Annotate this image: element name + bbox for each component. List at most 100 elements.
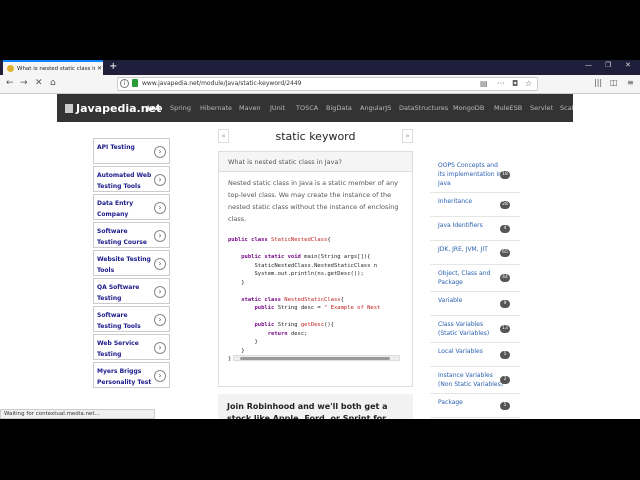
previous-button[interactable]: « xyxy=(218,129,229,143)
topic-label[interactable]: Instance Variables (Non Static Variables… xyxy=(438,371,504,389)
minimize-icon[interactable]: — xyxy=(585,61,592,69)
topic-item[interactable]: Object, Class and Package 44 xyxy=(430,265,520,292)
tab-title: What is nested static class in Ja xyxy=(17,65,95,72)
ad-link[interactable]: QA Software Testing › xyxy=(93,278,170,304)
ad-link-label: Web Service Testing xyxy=(97,340,139,358)
ad-link-list: API Testing › Automated Web Testing Tools… xyxy=(93,138,170,390)
code-token: { xyxy=(340,296,344,303)
nav-scala[interactable]: Scala xyxy=(560,104,573,112)
ad-link[interactable]: Website Testing Tools › xyxy=(93,250,170,276)
url-text[interactable]: www.javapedia.net/module/Java/static-key… xyxy=(142,80,301,87)
status-bar: Waiting for contextual.media.net... xyxy=(0,409,155,419)
code-token: public xyxy=(254,305,278,311)
forward-icon[interactable]: → xyxy=(20,78,28,88)
close-tab-icon[interactable]: ✕ xyxy=(97,65,102,72)
ad-link-label: Automated Web Testing Tools xyxy=(97,172,152,190)
topic-item[interactable]: Variable 9 xyxy=(430,292,520,316)
topic-item[interactable]: JDK, JRE, JVM, JIT 65 xyxy=(430,241,520,265)
ad-link[interactable]: Automated Web Testing Tools › xyxy=(93,166,170,192)
stop-loading-icon[interactable]: ✕ xyxy=(35,78,43,88)
ad-link[interactable]: Software Testing Course › xyxy=(93,222,170,248)
topic-label[interactable]: Class Variables (Static Variables) xyxy=(438,320,504,338)
site-navbar: Javapedia.net Java Spring Hibernate Mave… xyxy=(57,94,573,122)
ad-link-label: QA Software Testing xyxy=(97,284,140,302)
topic-label[interactable]: Java Identifiers xyxy=(438,221,504,230)
ad-link[interactable]: Web Service Testing › xyxy=(93,334,170,360)
nav-spring[interactable]: Spring xyxy=(170,104,191,112)
topic-item[interactable]: Class Variables (Static Variables) 13 xyxy=(430,316,520,343)
next-button[interactable]: » xyxy=(402,129,413,143)
promo-banner[interactable]: Join Robinhood and we'll both get a stoc… xyxy=(218,394,413,419)
topic-label[interactable]: JDK, JRE, JVM, JIT xyxy=(438,245,504,254)
code-line: public class StaticNestedClass{ xyxy=(228,236,403,245)
code-block[interactable]: public class StaticNestedClass{ public s… xyxy=(228,236,403,361)
topic-label[interactable]: Package xyxy=(438,398,504,407)
code-token: (){ xyxy=(324,322,334,328)
pocket-icon[interactable]: ◘ xyxy=(512,79,518,88)
topic-label[interactable]: OOPS Concepts and its implementation in … xyxy=(438,161,504,188)
nav-datastructures[interactable]: DataStructures xyxy=(399,104,448,112)
page-viewport: Javapedia.net Java Spring Hibernate Mave… xyxy=(0,94,640,419)
new-tab-button[interactable]: + xyxy=(109,61,117,73)
topic-label[interactable]: Variable xyxy=(438,296,504,305)
topic-item[interactable]: Instance Variables (Non Static Variables… xyxy=(430,367,520,394)
reader-view-icon[interactable]: ▤ xyxy=(480,79,488,88)
nav-angularjs[interactable]: AngularJS xyxy=(360,104,391,112)
nav-muleesb[interactable]: MuleESB xyxy=(494,104,522,112)
topic-item[interactable]: Package 5 xyxy=(430,394,520,418)
ad-link[interactable]: Data Entry Company › xyxy=(93,194,170,220)
page-actions-icon[interactable]: ··· xyxy=(497,79,505,88)
nav-maven[interactable]: Maven xyxy=(239,104,261,112)
bookmark-star-icon[interactable]: ☆ xyxy=(525,79,532,88)
code-line: public String getDesc(){ xyxy=(228,321,403,330)
menu-icon[interactable]: ≡ xyxy=(627,78,634,87)
code-token: NestedStaticClass xyxy=(284,296,341,303)
site-info-icon[interactable]: i xyxy=(120,79,129,88)
question-heading: What is nested static class in Java? xyxy=(219,152,412,172)
topic-label[interactable]: Object, Class and Package xyxy=(438,269,504,287)
tab-favicon-icon xyxy=(7,65,14,72)
back-icon[interactable]: ← xyxy=(6,78,14,88)
count-badge: 18 xyxy=(500,170,510,179)
ad-link-label: Software Testing Tools xyxy=(97,312,141,330)
browser-tab[interactable]: What is nested static class in Ja ✕ xyxy=(3,60,103,75)
nav-junit[interactable]: JUnit xyxy=(270,104,285,112)
topic-label[interactable]: Local Variables xyxy=(438,347,504,356)
topic-label[interactable]: Inheritance xyxy=(438,197,504,206)
home-icon[interactable]: ⌂ xyxy=(50,78,56,88)
nav-mongodb[interactable]: MongoDB xyxy=(453,104,484,112)
nav-java[interactable]: Java xyxy=(147,104,162,112)
ad-link[interactable]: API Testing › xyxy=(93,138,170,164)
code-token: return xyxy=(267,330,291,337)
count-badge: 5 xyxy=(500,401,510,410)
count-badge: 9 xyxy=(500,299,510,308)
screen-bottom-letterbox xyxy=(0,419,640,480)
chevron-right-icon: › xyxy=(154,286,166,298)
nav-hibernate[interactable]: Hibernate xyxy=(200,104,232,112)
nav-tosca[interactable]: TOSCA xyxy=(296,104,318,112)
topic-item[interactable]: Local Variables 5 xyxy=(430,343,520,367)
topic-item[interactable]: OOPS Concepts and its implementation in … xyxy=(430,157,520,193)
count-badge: 13 xyxy=(500,325,510,333)
lock-icon xyxy=(132,79,138,87)
title-row: static keyword « » xyxy=(218,127,413,147)
library-icon[interactable]: ||| xyxy=(594,78,602,87)
topic-item[interactable]: Inheritance 28 xyxy=(430,193,520,217)
ad-link[interactable]: Myers Briggs Personality Test › xyxy=(93,362,170,388)
nav-servlet[interactable]: Servlet xyxy=(530,104,553,112)
ad-link[interactable]: Software Testing Tools › xyxy=(93,306,170,332)
chevron-right-icon: › xyxy=(154,314,166,326)
chevron-right-icon: › xyxy=(154,174,166,186)
code-token: System.out.println(ns.getDesc()); xyxy=(228,271,364,277)
window-close-icon[interactable]: ✕ xyxy=(625,61,631,69)
ad-link-label: Data Entry Company xyxy=(97,200,134,218)
sidebar-icon[interactable]: ◫ xyxy=(610,78,618,87)
restore-icon[interactable]: ❐ xyxy=(605,61,611,69)
nav-bigdata[interactable]: BigData xyxy=(326,104,352,112)
topic-item[interactable]: Java Identifiers 4 xyxy=(430,217,520,241)
code-token: String xyxy=(277,322,301,328)
code-horizontal-scrollbar[interactable] xyxy=(233,355,400,361)
scrollbar-thumb[interactable] xyxy=(240,357,390,360)
